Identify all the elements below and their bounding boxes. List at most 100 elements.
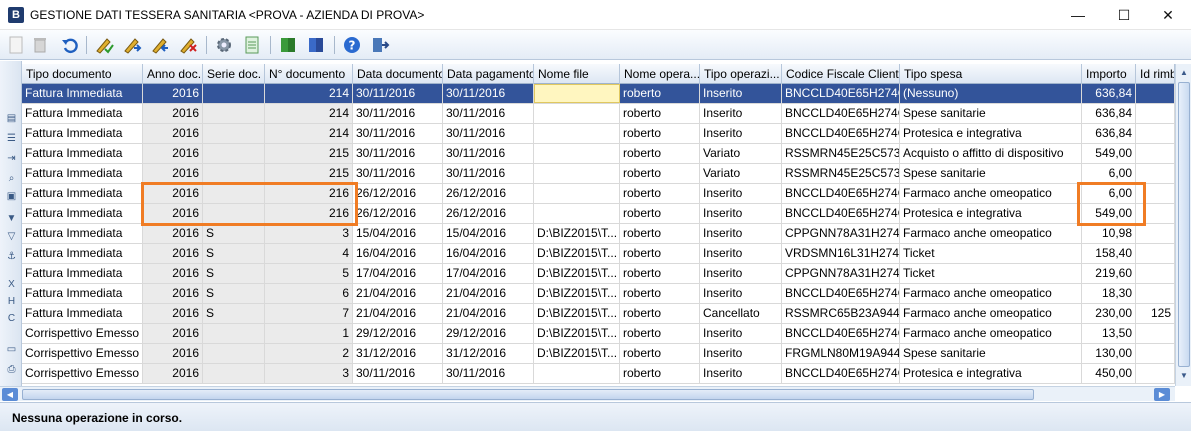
table-row[interactable]: Fattura Immediata 2016 216 26/12/2016 26/12/… [22, 184, 1175, 204]
cell-tipo-spesa[interactable]: Protesica e integrativa [900, 204, 1082, 223]
cell-tipo-documento[interactable]: Corrispettivo Emesso [22, 364, 143, 383]
cell-codice-fiscale[interactable]: VRDSMN16L31H274U [782, 244, 900, 263]
scroll-left-icon[interactable]: ◀ [2, 388, 18, 401]
cell-anno-doc[interactable]: 2016 [143, 124, 203, 143]
cell-nome-file[interactable]: D:\BIZ2015\T... [534, 324, 620, 343]
cell-numero-documento[interactable]: 215 [265, 144, 353, 163]
cell-codice-fiscale[interactable]: BNCCLD40E65H274O [782, 324, 900, 343]
cell-nome-file[interactable]: D:\BIZ2015\T... [534, 244, 620, 263]
cell-data-documento[interactable]: 31/12/2016 [353, 344, 443, 363]
cell-nome-file[interactable] [534, 124, 620, 143]
hscroll-thumb[interactable] [22, 389, 1034, 400]
cell-anno-doc[interactable]: 2016 [143, 264, 203, 283]
table-row[interactable]: Fattura Immediata 2016 214 30/11/2016 30/11/… [22, 84, 1175, 104]
cell-nome-operatore[interactable]: roberto [620, 144, 700, 163]
cell-tipo-operazione[interactable]: Inserito [700, 344, 782, 363]
cell-tipo-spesa[interactable]: Spese sanitarie [900, 344, 1082, 363]
cell-nome-file[interactable] [534, 84, 620, 103]
cell-serie-doc[interactable] [203, 344, 265, 363]
cell-nome-file[interactable] [534, 104, 620, 123]
cell-importo[interactable]: 450,00 [1082, 364, 1136, 383]
table-row[interactable]: Fattura Immediata 2016 214 30/11/2016 30/11/… [22, 104, 1175, 124]
cell-data-pagamento[interactable]: 16/04/2016 [443, 244, 534, 263]
cell-data-pagamento[interactable]: 26/12/2016 [443, 184, 534, 203]
cell-numero-documento[interactable]: 215 [265, 164, 353, 183]
cell-tipo-spesa[interactable]: Spese sanitarie [900, 104, 1082, 123]
cell-tipo-spesa[interactable]: Farmaco anche omeopatico [900, 324, 1082, 343]
cell-id-rimborso[interactable] [1136, 224, 1175, 243]
cell-numero-documento[interactable]: 214 [265, 84, 353, 103]
edit-forward-icon[interactable] [122, 35, 142, 55]
cell-id-rimborso[interactable] [1136, 344, 1175, 363]
cell-tipo-spesa[interactable]: Protesica e integrativa [900, 124, 1082, 143]
cell-tipo-spesa[interactable]: Farmaco anche omeopatico [900, 284, 1082, 303]
cell-tipo-documento[interactable]: Fattura Immediata [22, 284, 143, 303]
cell-tipo-operazione[interactable]: Inserito [700, 244, 782, 263]
cell-serie-doc[interactable] [203, 184, 265, 203]
cell-anno-doc[interactable]: 2016 [143, 364, 203, 383]
book-green-icon[interactable] [278, 35, 298, 55]
cell-nome-operatore[interactable]: roberto [620, 104, 700, 123]
cell-tipo-spesa[interactable]: Farmaco anche omeopatico [900, 184, 1082, 203]
cell-nome-operatore[interactable]: roberto [620, 304, 700, 323]
book-blue-icon[interactable] [306, 35, 326, 55]
cell-tipo-operazione[interactable]: Inserito [700, 364, 782, 383]
cell-id-rimborso[interactable] [1136, 104, 1175, 123]
cell-data-documento[interactable]: 30/11/2016 [353, 144, 443, 163]
cell-importo[interactable]: 230,00 [1082, 304, 1136, 323]
table-row[interactable]: Corrispettivo Emesso 2016 3 30/11/2016 30/11… [22, 364, 1175, 384]
cell-tipo-operazione[interactable]: Inserito [700, 184, 782, 203]
column-header-importo[interactable]: Importo [1082, 64, 1136, 84]
cell-serie-doc[interactable] [203, 84, 265, 103]
cell-data-pagamento[interactable]: 30/11/2016 [443, 104, 534, 123]
horizontal-scrollbar[interactable]: ◀ ▶ [0, 386, 1175, 401]
cell-tipo-documento[interactable]: Fattura Immediata [22, 184, 143, 203]
column-header-id-rimborso[interactable]: Id rimb [1136, 64, 1175, 84]
cell-anno-doc[interactable]: 2016 [143, 204, 203, 223]
cell-nome-operatore[interactable]: roberto [620, 84, 700, 103]
cell-serie-doc[interactable] [203, 144, 265, 163]
cell-data-pagamento[interactable]: 30/11/2016 [443, 164, 534, 183]
cell-nome-file[interactable] [534, 164, 620, 183]
edit-confirm-icon[interactable] [94, 35, 114, 55]
cell-tipo-spesa[interactable]: Protesica e integrativa [900, 364, 1082, 383]
cell-id-rimborso[interactable] [1136, 324, 1175, 343]
cell-numero-documento[interactable]: 3 [265, 364, 353, 383]
cell-data-pagamento[interactable]: 26/12/2016 [443, 204, 534, 223]
undo-icon[interactable] [60, 35, 80, 55]
cell-serie-doc[interactable] [203, 164, 265, 183]
cell-tipo-operazione[interactable]: Inserito [700, 324, 782, 343]
cell-numero-documento[interactable]: 216 [265, 184, 353, 203]
cell-nome-operatore[interactable]: roberto [620, 204, 700, 223]
cell-codice-fiscale[interactable]: CPPGNN78A31H274P [782, 264, 900, 283]
delete-icon[interactable] [30, 35, 50, 55]
cell-tipo-spesa[interactable]: Farmaco anche omeopatico [900, 224, 1082, 243]
table-row[interactable]: Fattura Immediata 2016 215 30/11/2016 30/11/… [22, 164, 1175, 184]
cell-id-rimborso[interactable] [1136, 124, 1175, 143]
cell-serie-doc[interactable]: S [203, 244, 265, 263]
cell-id-rimborso[interactable] [1136, 164, 1175, 183]
column-header-tipo-operazione[interactable]: Tipo operazi... [700, 64, 782, 84]
cell-nome-file[interactable] [534, 204, 620, 223]
maximize-button[interactable]: ☐ [1101, 0, 1147, 30]
cell-codice-fiscale[interactable]: RSSMRN45E25C573I [782, 164, 900, 183]
cell-tipo-documento[interactable]: Fattura Immediata [22, 224, 143, 243]
cell-nome-file[interactable]: D:\BIZ2015\T... [534, 284, 620, 303]
table-row[interactable]: Fattura Immediata 2016 214 30/11/2016 30/11/… [22, 124, 1175, 144]
column-header-tipo-documento[interactable]: Tipo documento [22, 64, 143, 84]
cell-tipo-operazione[interactable]: Variato [700, 144, 782, 163]
cell-data-pagamento[interactable]: 30/11/2016 [443, 144, 534, 163]
cell-nome-file[interactable]: D:\BIZ2015\T... [534, 264, 620, 283]
cell-tipo-operazione[interactable]: Inserito [700, 204, 782, 223]
list-icon[interactable]: ☰ [5, 133, 18, 145]
scroll-up-icon[interactable]: ▲ [1177, 66, 1191, 80]
cell-anno-doc[interactable]: 2016 [143, 144, 203, 163]
monitor-icon[interactable]: ▭ [5, 344, 18, 356]
table-row[interactable]: Fattura Immediata 2016 S 6 21/04/2016 21/04/2… [22, 284, 1175, 304]
cell-tipo-documento[interactable]: Corrispettivo Emesso [22, 324, 143, 343]
cell-nome-file[interactable]: D:\BIZ2015\T... [534, 304, 620, 323]
cell-data-documento[interactable]: 21/04/2016 [353, 304, 443, 323]
cell-serie-doc[interactable] [203, 204, 265, 223]
cell-tipo-operazione[interactable]: Inserito [700, 224, 782, 243]
table-row[interactable]: Fattura Immediata 2016 S 4 16/04/2016 16/04/2… [22, 244, 1175, 264]
